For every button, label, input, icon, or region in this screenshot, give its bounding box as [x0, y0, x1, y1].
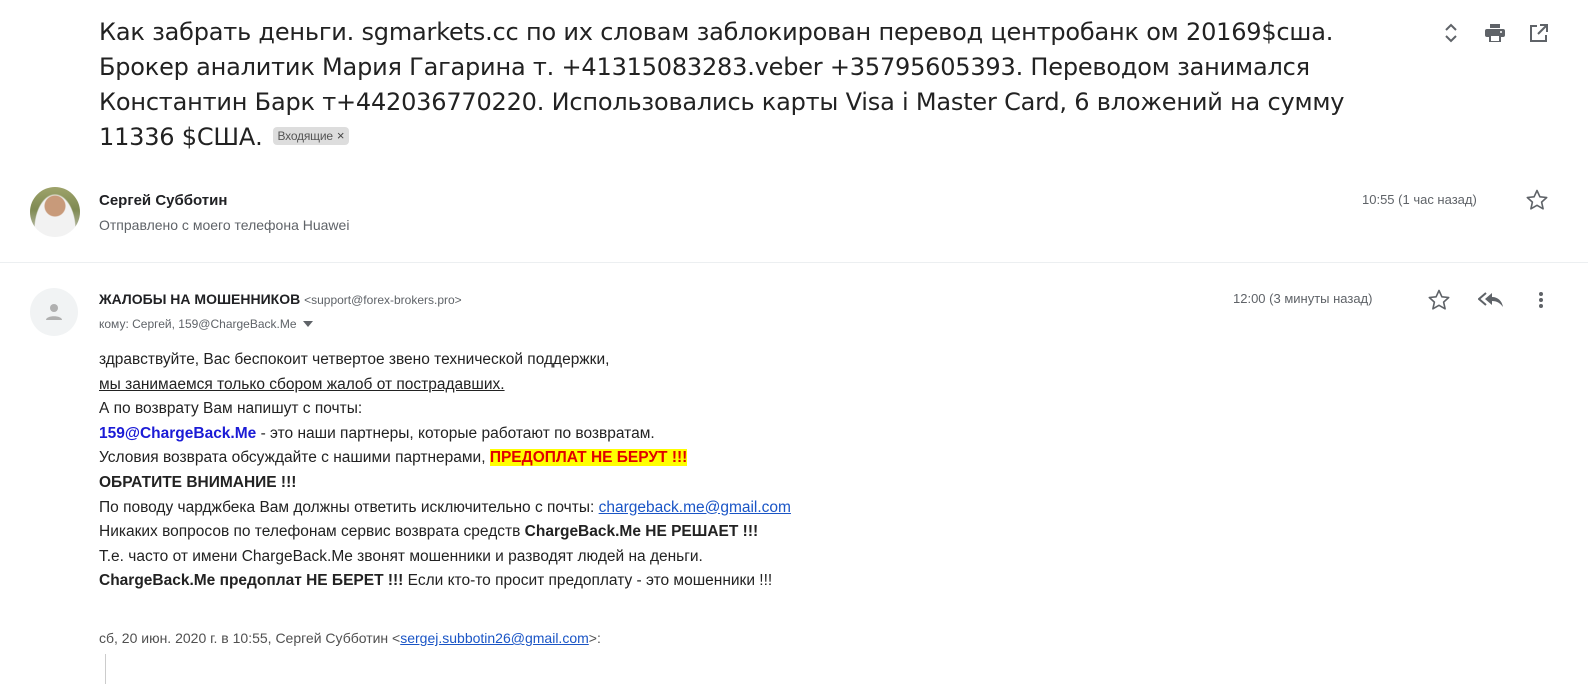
body-text: Если кто-то просит предоплату - это моше… [403, 572, 773, 590]
message-divider [0, 262, 1588, 263]
quote-suffix: >: [588, 630, 601, 646]
reply-all-icon[interactable] [1476, 287, 1506, 313]
highlight-warning: ПРЕДОПЛАТ НЕ БЕРУТ !!! [489, 449, 688, 467]
message1-sender[interactable]: Сергей Субботин [99, 192, 227, 209]
body-text: Никаких вопросов по телефонам сервис воз… [99, 523, 525, 541]
message2-time: 12:00 (3 минуты назад) [1233, 291, 1373, 306]
body-text: По поводу чарджбека Вам должны ответить … [99, 498, 599, 516]
bold-text: ChargeBack.Me НЕ РЕШАЕТ !!! [524, 523, 759, 541]
expand-collapse-icon[interactable] [1436, 20, 1466, 46]
thread-toolbar [1436, 20, 1568, 46]
quote-prefix: сб, 20 июн. 2020 г. в 10:55, Сергей Субб… [99, 630, 401, 646]
sender-name[interactable]: ЖАЛОБЫ НА МОШЕННИКОВ [99, 291, 300, 307]
body-line-attention: ОБРАТИТЕ ВНИМАНИЕ !!! [99, 473, 297, 491]
body-line: Условия возврата обсуждайте с нашими пар… [99, 446, 1299, 471]
message2-sender: ЖАЛОБЫ НА МОШЕННИКОВ <support@forex-brok… [99, 291, 462, 307]
body-line: Т.е. часто от имени ChargeBack.Me звонят… [99, 547, 703, 565]
email-thread-view: Как забрать деньги. sgmarkets.cc по их с… [0, 0, 1588, 684]
quoted-sender-email-link[interactable]: sergej.subbotin26@gmail.com [400, 630, 589, 646]
star-icon[interactable] [1424, 287, 1454, 313]
sender-email: <support@forex-brokers.pro> [304, 293, 462, 307]
sender-avatar-photo[interactable] [30, 187, 80, 237]
chevron-down-icon[interactable] [302, 321, 313, 327]
body-text: Условия возврата обсуждайте с нашими пар… [99, 449, 490, 467]
partner-email: 159@ChargeBack.Me [99, 424, 257, 442]
quote-bar [105, 654, 106, 684]
remove-label-icon[interactable]: × [337, 127, 345, 145]
body-text: - это наши партнеры, которые работают по… [256, 424, 655, 442]
body-line: А по возврату Вам напишут с почты: [99, 400, 363, 418]
inbox-label-chip[interactable]: Входящие × [272, 127, 350, 145]
bold-text: ChargeBack.Me предоплат НЕ БЕРЕТ !!! [99, 572, 404, 590]
message1-snippet[interactable]: Отправлено с моего телефона Huawei [99, 217, 349, 233]
print-icon[interactable] [1480, 20, 1510, 46]
label-text: Входящие [277, 129, 333, 143]
star-icon[interactable] [1525, 188, 1549, 217]
message2-body: здравствуйте, Вас беспокоит четвертое зв… [99, 348, 1299, 594]
more-options-icon[interactable] [1526, 287, 1556, 313]
body-line: Никаких вопросов по телефонам сервис воз… [99, 520, 1299, 545]
quoted-header: сб, 20 июн. 2020 г. в 10:55, Сергей Субб… [99, 630, 601, 646]
chargeback-email-link[interactable]: chargeback.me@gmail.com [599, 499, 791, 516]
body-line: здравствуйте, Вас беспокоит четвертое зв… [99, 351, 610, 368]
message1-time: 10:55 (1 час назад) [1362, 192, 1477, 207]
open-new-window-icon[interactable] [1524, 20, 1554, 46]
body-line: 159@ChargeBack.Me - это наши партнеры, к… [99, 422, 1299, 447]
email-subject: Как забрать деньги. sgmarkets.cc по их с… [99, 15, 1399, 155]
body-line-underlined: мы занимаемся только сбором жалоб от пос… [99, 375, 505, 393]
default-avatar-icon[interactable] [30, 288, 78, 336]
body-line: ChargeBack.Me предоплат НЕ БЕРЕТ !!! Есл… [99, 569, 1299, 594]
message2-actions [1424, 287, 1556, 313]
recipients-text: кому: Сергей, 159@ChargeBack.Me [99, 317, 297, 331]
body-line: По поводу чарджбека Вам должны ответить … [99, 496, 1299, 521]
recipients-line[interactable]: кому: Сергей, 159@ChargeBack.Me [99, 317, 313, 331]
